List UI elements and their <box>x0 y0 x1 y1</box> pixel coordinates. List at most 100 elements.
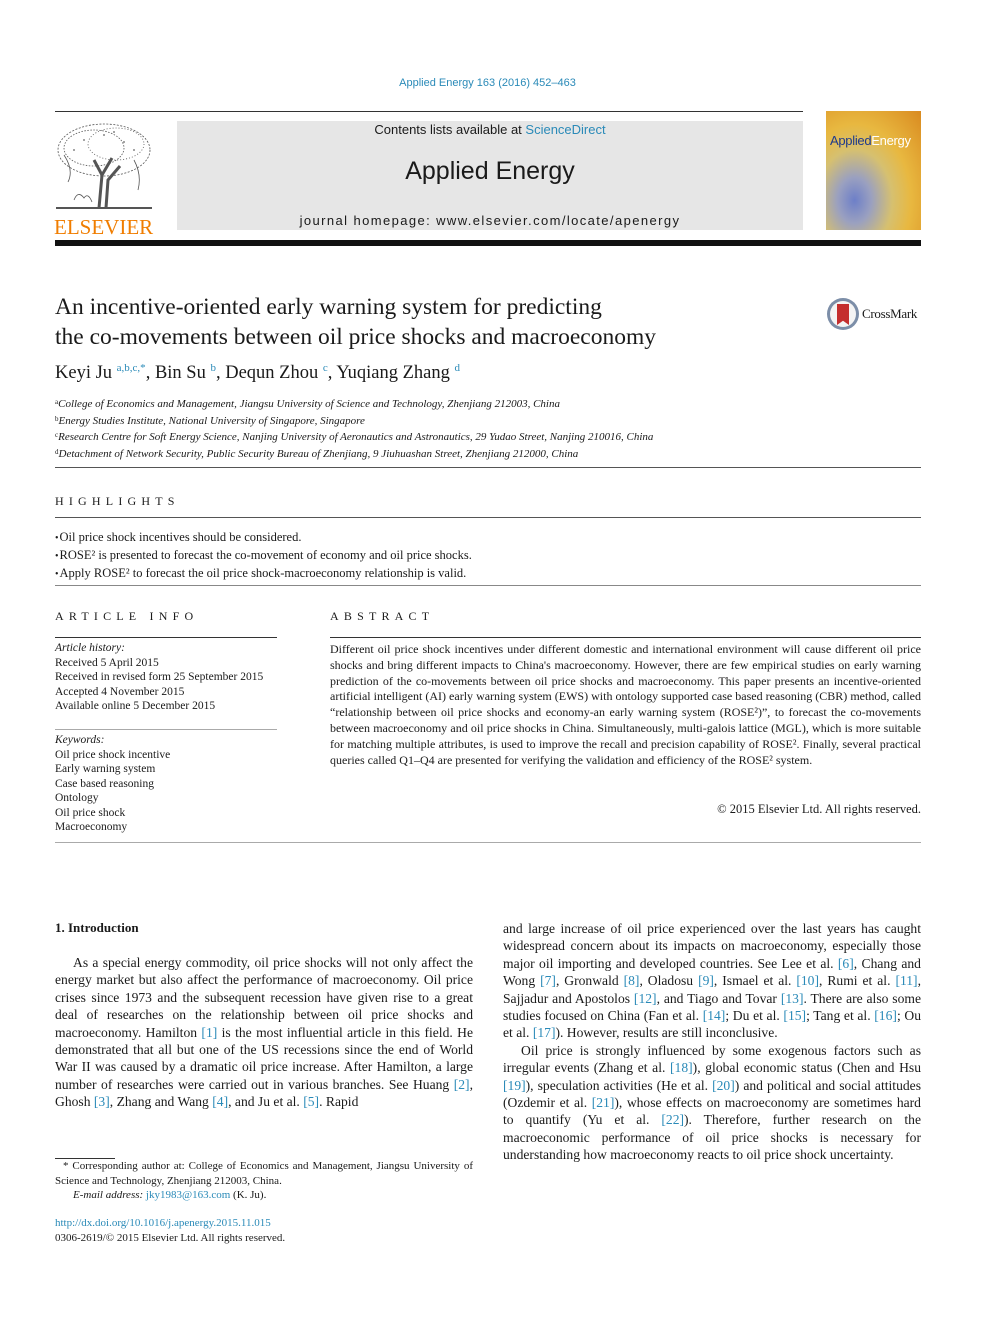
contents-availability: Contents lists available at ScienceDirec… <box>177 121 803 137</box>
journal-cover-image: AppliedEnergy <box>826 111 921 230</box>
author-affiliation-link[interactable]: c <box>323 362 328 374</box>
elsevier-logo: ELSEVIER <box>54 120 158 239</box>
affiliation-item: cResearch Centre for Soft Energy Science… <box>55 428 653 445</box>
paragraph: Oil price is strongly influenced by some… <box>503 1042 921 1163</box>
citation-link[interactable]: [21] <box>592 1095 615 1110</box>
highlight-item: Apply ROSE² to forecast the oil price sh… <box>55 565 472 583</box>
introduction-left-column: As a special energy commodity, oil price… <box>55 954 473 1111</box>
abstract-text: Different oil price shock incentives und… <box>330 642 921 767</box>
journal-reference-link[interactable]: Applied Energy 163 (2016) 452–463 <box>399 77 576 89</box>
issn-copyright: 0306-2619/© 2015 Elsevier Ltd. All right… <box>55 1231 286 1244</box>
keywords-label: Keywords: <box>55 734 105 746</box>
keyword-item: Early warning system <box>55 763 156 775</box>
citation-link[interactable]: [12] <box>634 991 657 1006</box>
header-top-rule <box>55 111 803 112</box>
contents-prefix: Contents lists available at <box>374 122 526 137</box>
keyword-item: Case based reasoning <box>55 777 154 790</box>
divider <box>330 637 921 638</box>
divider <box>55 842 921 843</box>
cover-title-applied: Applied <box>830 133 872 148</box>
doi-block: http://dx.doi.org/10.1016/j.apenergy.201… <box>55 1216 285 1245</box>
highlights-heading: HIGHLIGHTS <box>55 494 180 508</box>
doi-link[interactable]: http://dx.doi.org/10.1016/j.apenergy.201… <box>55 1217 271 1229</box>
keyword-item: Ontology <box>55 792 99 804</box>
citation-link[interactable]: [13] <box>781 991 804 1006</box>
article-history: Article history: Received 5 April 2015 R… <box>55 641 263 714</box>
email-suffix: (K. Ju). <box>230 1189 267 1201</box>
journal-banner: Contents lists available at ScienceDirec… <box>177 121 803 230</box>
citation-link[interactable]: [18] <box>670 1060 693 1075</box>
crossmark-label: CrossMark <box>862 306 918 321</box>
email-label: E-mail address: <box>73 1189 144 1201</box>
author-affiliation-link[interactable]: b <box>210 362 216 374</box>
author-affiliation-link[interactable]: a,b,c,* <box>117 362 146 374</box>
sciencedirect-link[interactable]: ScienceDirect <box>525 122 605 137</box>
citation-link[interactable]: [3] <box>94 1094 110 1109</box>
cover-title-energy: Energy <box>871 133 911 148</box>
elsevier-wordmark: ELSEVIER <box>54 215 154 239</box>
history-item: Accepted 4 November 2015 <box>55 685 185 698</box>
elsevier-tree-icon <box>56 123 152 209</box>
citation-link[interactable]: [11] <box>895 973 917 988</box>
corresponding-author-footnote: * Corresponding author at: College of Ec… <box>55 1157 473 1203</box>
header-thick-rule <box>55 240 921 246</box>
citation-link[interactable]: [2] <box>454 1077 470 1092</box>
history-item: Received 5 April 2015 <box>55 656 159 669</box>
corresponding-author-note: * Corresponding author at: College of Ec… <box>55 1160 473 1187</box>
citation-link[interactable]: [22] <box>661 1112 684 1127</box>
cover-title: AppliedEnergy <box>830 133 911 148</box>
highlight-item: Oil price shock incentives should be con… <box>55 529 472 547</box>
paragraph: and large increase of oil price experien… <box>503 921 921 1041</box>
email-link[interactable]: jky1983@163.com <box>146 1189 230 1201</box>
author-name: Keyi Ju <box>55 363 113 383</box>
journal-homepage[interactable]: journal homepage: www.elsevier.com/locat… <box>177 213 803 228</box>
divider <box>55 517 921 518</box>
affiliation-text: Research Centre for Soft Energy Science,… <box>58 431 654 443</box>
divider <box>55 467 921 468</box>
citation-link[interactable]: [1] <box>201 1025 217 1040</box>
highlight-item: ROSE² is presented to forecast the co-mo… <box>55 547 472 565</box>
article-info-heading: ARTICLE INFO <box>55 609 199 623</box>
citation-link[interactable]: [10] <box>796 973 819 988</box>
affiliation-text: Energy Studies Institute, National Unive… <box>58 414 365 427</box>
affiliation-item: bEnergy Studies Institute, National Univ… <box>55 412 653 429</box>
history-item: Received in revised form 25 September 20… <box>55 671 264 683</box>
keyword-item: Oil price shock <box>55 806 126 819</box>
divider <box>55 585 921 586</box>
affiliation-text: Detachment of Network Security, Public S… <box>58 447 579 460</box>
divider <box>55 729 277 730</box>
citation-link[interactable]: [8] <box>624 973 640 988</box>
article-title-line2: the co-movements between oil price shock… <box>55 324 657 350</box>
citation-link[interactable]: [9] <box>698 973 714 988</box>
highlights-list: Oil price shock incentives should be con… <box>55 529 472 583</box>
article-title-line1: An incentive-oriented early warning syst… <box>55 294 602 320</box>
paragraph: As a special energy commodity, oil price… <box>55 955 474 1110</box>
keywords: Keywords: Oil price shock incentive Earl… <box>55 733 170 835</box>
citation-link[interactable]: [17] <box>533 1025 556 1040</box>
crossmark-icon <box>827 298 859 330</box>
keyword-item: Oil price shock incentive <box>55 748 171 761</box>
divider <box>55 637 277 638</box>
crossmark-button[interactable]: CrossMark <box>827 298 917 330</box>
citation-link[interactable]: [20] <box>712 1078 735 1093</box>
affiliation-text: College of Economics and Management, Jia… <box>58 398 560 410</box>
author-list: Keyi Ju a,b,c,*, Bin Su b, Dequn Zhou c,… <box>55 362 461 383</box>
abstract-heading: ABSTRACT <box>330 609 435 623</box>
citation-link[interactable]: [4] <box>212 1094 228 1109</box>
citation-link[interactable]: [6] <box>838 956 854 971</box>
affiliation-item: dDetachment of Network Security, Public … <box>55 445 653 462</box>
citation-link[interactable]: [19] <box>503 1078 526 1093</box>
citation-link[interactable]: [15] <box>783 1008 806 1023</box>
author-name: Dequn Zhou <box>225 363 319 383</box>
citation-link[interactable]: [16] <box>874 1008 897 1023</box>
citation-link[interactable]: [5] <box>303 1094 319 1109</box>
affiliation-item: aCollege of Economics and Management, Ji… <box>55 395 653 412</box>
journal-reference[interactable]: Applied Energy 163 (2016) 452–463 <box>0 77 975 89</box>
citation-link[interactable]: [7] <box>540 973 556 988</box>
affiliation-list: aCollege of Economics and Management, Ji… <box>55 395 653 461</box>
author-name: Bin Su <box>154 363 206 383</box>
journal-title: Applied Energy <box>405 157 575 185</box>
citation-link[interactable]: [14] <box>703 1008 726 1023</box>
author-affiliation-link[interactable]: d <box>455 362 461 374</box>
article-history-label: Article history: <box>55 642 125 654</box>
